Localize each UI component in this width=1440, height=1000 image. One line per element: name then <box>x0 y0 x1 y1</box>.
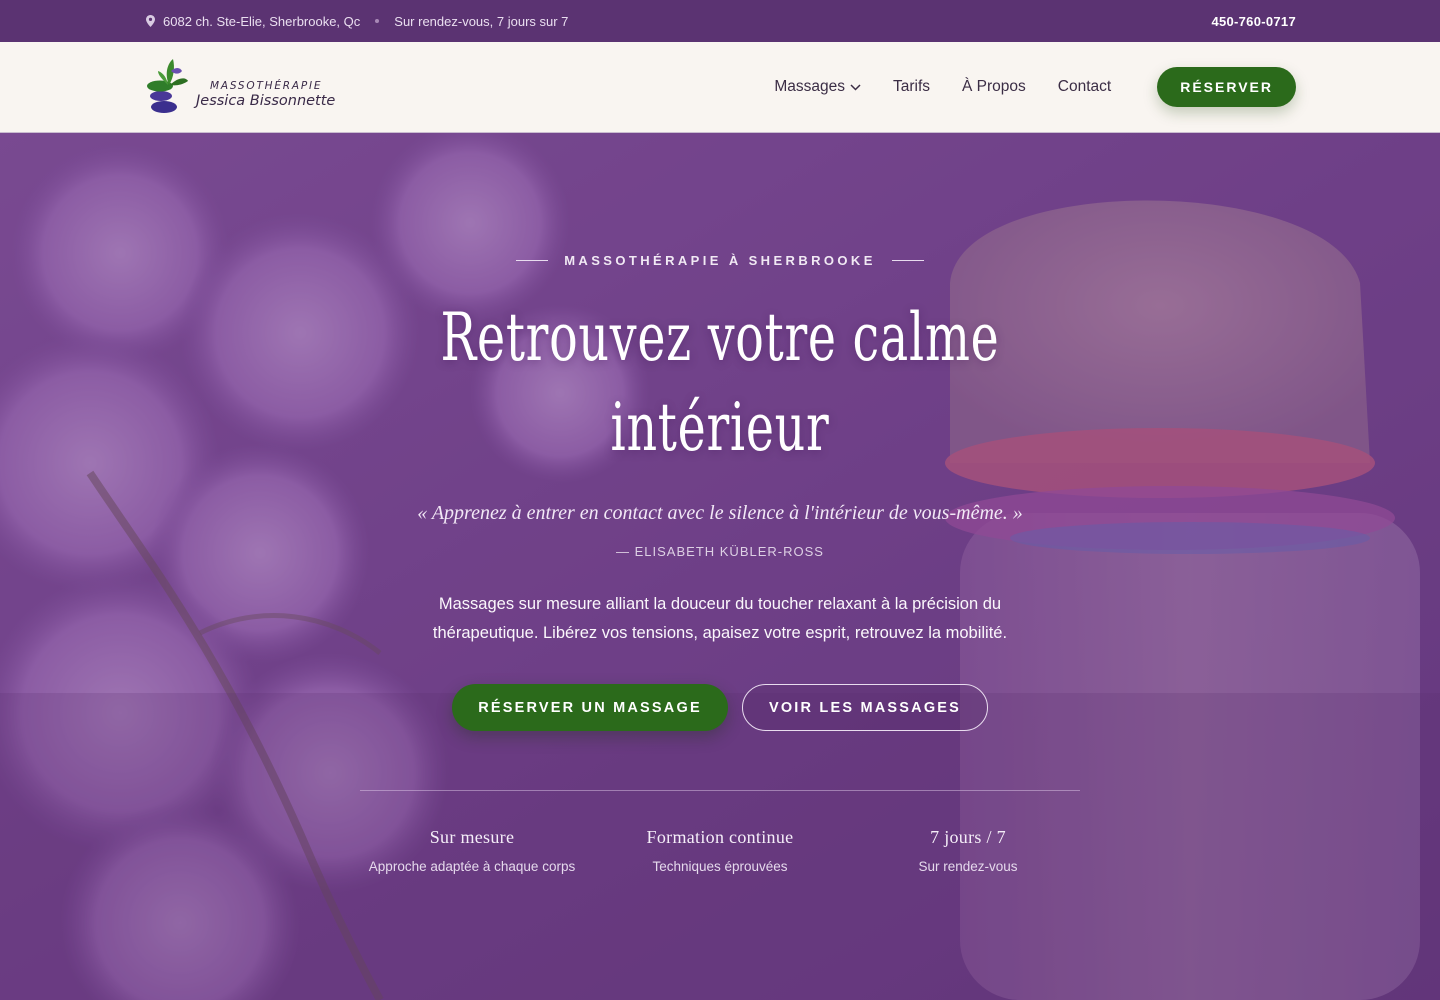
feature-item: Formation continue Techniques éprouvées <box>596 827 844 874</box>
reserve-massage-button[interactable]: RÉSERVER UN MASSAGE <box>452 684 728 731</box>
eyebrow-text: MASSOTHÉRAPIE À SHERBROOKE <box>564 253 876 268</box>
nav-item-label: Massages <box>774 78 845 95</box>
hero-title: Retrouvez votre calme intérieur <box>0 293 1440 473</box>
hero-description: Massages sur mesure alliant la douceur d… <box>432 595 1008 642</box>
view-massages-button[interactable]: VOIR LES MASSAGES <box>742 684 988 731</box>
nav-item-contact[interactable]: Contact <box>1058 78 1111 96</box>
feature-item: 7 jours / 7 Sur rendez-vous <box>844 827 1092 874</box>
hero-cta-group: RÉSERVER UN MASSAGE VOIR LES MASSAGES <box>0 684 1440 731</box>
reserve-button[interactable]: RÉSERVER <box>1157 67 1296 107</box>
feature-title: Formation continue <box>646 827 794 847</box>
hero-section: MASSOTHÉRAPIE À SHERBROOKE Retrouvez vot… <box>0 133 1440 1000</box>
nav-item-a-propos[interactable]: À Propos <box>962 78 1026 96</box>
feature-subtitle: Sur rendez-vous <box>918 859 1018 874</box>
top-info-bar: 6082 ch. Ste-Elie, Sherbrooke, Qc Sur re… <box>0 0 1440 42</box>
feature-title: Sur mesure <box>429 827 515 847</box>
hours-text: Sur rendez-vous, 7 jours sur 7 <box>394 13 569 29</box>
hero-divider <box>360 790 1080 791</box>
eyebrow-line-left <box>516 260 549 261</box>
eyebrow-line-right <box>891 260 924 261</box>
nav-item-tarifs[interactable]: Tarifs <box>893 78 930 96</box>
main-nav: Massages Tarifs À Propos Contact RÉSERVE… <box>742 67 1296 107</box>
lotus-stones-logo <box>147 59 188 113</box>
hero-title-line-1: Retrouvez votre calme <box>440 299 1000 376</box>
nav-item-massages[interactable]: Massages <box>774 78 861 96</box>
hero-title-line-2: intérieur <box>610 389 830 466</box>
logo-text: MASSOTHÉRAPIE Jessica Bissonnette <box>196 80 335 109</box>
chevron-down-icon <box>850 83 861 91</box>
feature-item: Sur mesure Approche adaptée à chaque cor… <box>348 827 596 874</box>
logo-name: Jessica Bissonnette <box>196 92 336 109</box>
feature-subtitle: Approche adaptée à chaque corps <box>368 859 576 874</box>
feature-title: 7 jours / 7 <box>930 827 1006 847</box>
separator-dot <box>375 19 380 23</box>
top-info-left: 6082 ch. Ste-Elie, Sherbrooke, Qc Sur re… <box>146 14 568 29</box>
hero-eyebrow: MASSOTHÉRAPIE À SHERBROOKE <box>0 253 1440 268</box>
site-header: MASSOTHÉRAPIE Jessica Bissonnette Massag… <box>0 42 1440 133</box>
feature-subtitle: Techniques éprouvées <box>652 859 788 874</box>
logo-tagline: MASSOTHÉRAPIE <box>210 79 323 92</box>
address-text: 6082 ch. Ste-Elie, Sherbrooke, Qc <box>163 13 361 29</box>
hero-content: MASSOTHÉRAPIE À SHERBROOKE Retrouvez vot… <box>0 133 1440 1000</box>
hero-features: Sur mesure Approche adaptée à chaque cor… <box>348 827 1092 874</box>
phone-link[interactable]: 450-760-0717 <box>1211 14 1296 29</box>
hero-quote: « Apprenez à entrer en contact avec le s… <box>417 502 1023 524</box>
site-logo[interactable]: MASSOTHÉRAPIE Jessica Bissonnette <box>144 52 335 122</box>
quote-author: — ELISABETH KÜBLER-ROSS <box>616 544 824 559</box>
map-pin-icon <box>146 15 155 27</box>
